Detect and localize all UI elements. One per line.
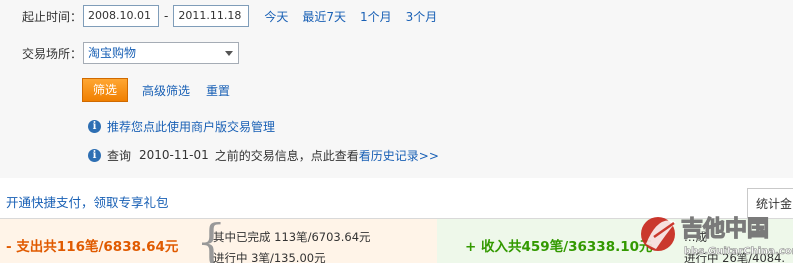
watermark-url: bbs.GuitarChina.com: [684, 246, 793, 257]
chevron-down-icon: [225, 51, 234, 56]
info-icon: i: [88, 119, 101, 133]
start-date-input[interactable]: 2008.10.01: [83, 5, 160, 27]
merchant-tip-link[interactable]: 推荐您点此使用商户版交易管理: [107, 118, 275, 135]
filter-panel: 起止时间： 2008.10.01 - 2011.11.18 今天 最近7天 1个…: [0, 0, 793, 178]
expense-summary: - 支出共116笔/6838.64元 { 其中已完成 113笔/6703.64元…: [0, 217, 437, 263]
end-date-input[interactable]: 2011.11.18: [173, 5, 250, 27]
watermark-text: 吉他中国: [681, 216, 769, 242]
market-row: 交易场所： 淘宝购物: [22, 42, 240, 64]
history-link[interactable]: 看历史记录>>: [359, 147, 439, 164]
filter-button[interactable]: 筛选: [82, 78, 128, 102]
transaction-page: 起止时间： 2008.10.01 - 2011.11.18 今天 最近7天 1个…: [0, 0, 793, 263]
filter-actions-row: 筛选 高级筛选 重置: [82, 78, 230, 102]
reset-link[interactable]: 重置: [206, 82, 230, 99]
express-pay-promo-link[interactable]: 开通快捷支付，领取专享礼包: [6, 192, 169, 211]
guitarchina-watermark: 吉他中国 bbs.GuitarChina.com: [641, 215, 793, 257]
income-total: + 收入共459笔/36338.10元: [465, 239, 653, 255]
market-select-value: 淘宝购物: [88, 46, 137, 60]
date-separator: -: [164, 9, 169, 23]
history-tip: i 查询 2010-11-01 之前的交易信息，点此查看 看历史记录>>: [88, 147, 439, 163]
range-today-link[interactable]: 今天: [264, 8, 288, 25]
advanced-filter-link[interactable]: 高级筛选: [142, 82, 190, 99]
range-3months-link[interactable]: 3个月: [406, 8, 438, 25]
history-tip-date: 2010-11-01: [139, 148, 209, 162]
merchant-tip: i 推荐您点此使用商户版交易管理: [88, 118, 275, 134]
expense-in-progress: 进行中 3笔/135.00元: [213, 251, 326, 263]
range-7days-link[interactable]: 最近7天: [302, 8, 346, 25]
expense-completed: 其中已完成 113笔/6703.64元: [213, 230, 371, 244]
date-range-label: 起止时间：: [22, 9, 83, 24]
market-label: 交易场所：: [22, 46, 83, 61]
history-tip-prefix: 查询: [107, 148, 132, 163]
range-1month-link[interactable]: 1个月: [360, 8, 392, 25]
info-icon: i: [88, 148, 101, 162]
history-tip-text: 之前的交易信息，点此查看: [214, 148, 359, 163]
date-range-row: 起止时间： 2008.10.01 - 2011.11.18 今天 最近7天 1个…: [22, 5, 437, 27]
market-select[interactable]: 淘宝购物: [83, 42, 240, 64]
expense-total: - 支出共116笔/6838.64元: [6, 239, 179, 255]
